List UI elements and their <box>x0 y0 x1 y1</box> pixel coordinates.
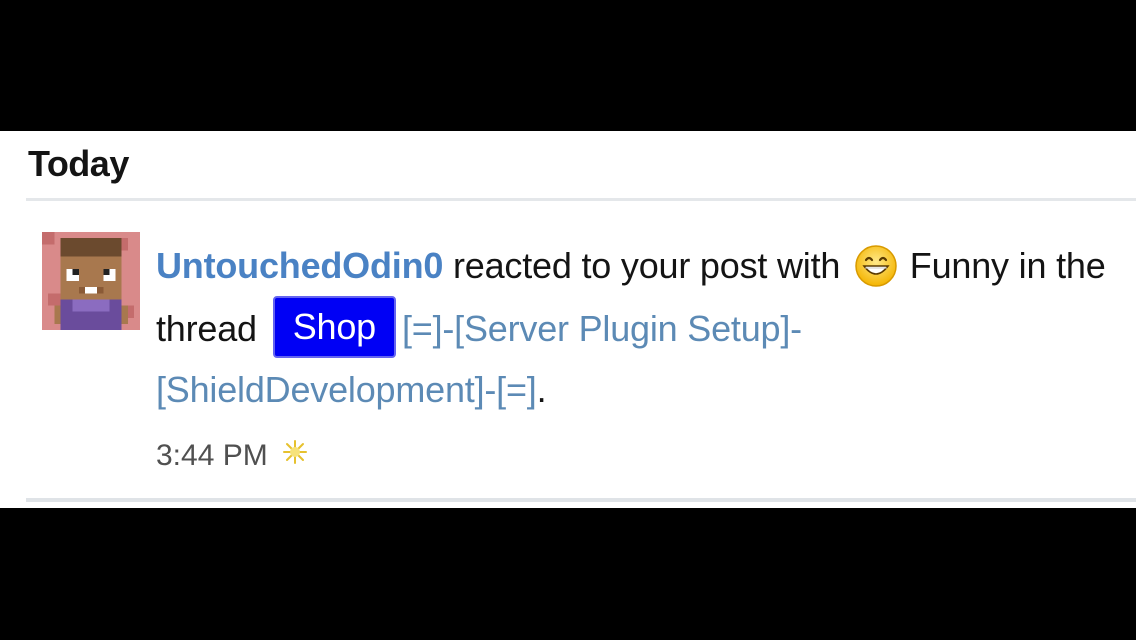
alert-end-punctuation: . <box>536 369 547 410</box>
username-link[interactable]: UntouchedOdin0 <box>156 245 443 286</box>
avatar-image <box>42 232 140 330</box>
grinning-face-icon <box>854 244 898 288</box>
reaction-label: Funny <box>900 245 1009 286</box>
divider <box>26 198 1136 201</box>
timestamp: 3:44 PM <box>156 439 268 472</box>
avatar[interactable] <box>42 232 140 330</box>
sparkle-icon <box>282 439 308 465</box>
alert-meta: 3:44 PM <box>156 436 308 476</box>
section-heading-today: Today <box>28 143 129 184</box>
alert-message: UntouchedOdin0 reacted to your post with… <box>156 235 1131 420</box>
divider <box>26 498 1136 502</box>
thread-prefix-badge[interactable]: Shop <box>272 296 396 358</box>
alert-text-reacted: reacted to your post with <box>443 245 850 286</box>
